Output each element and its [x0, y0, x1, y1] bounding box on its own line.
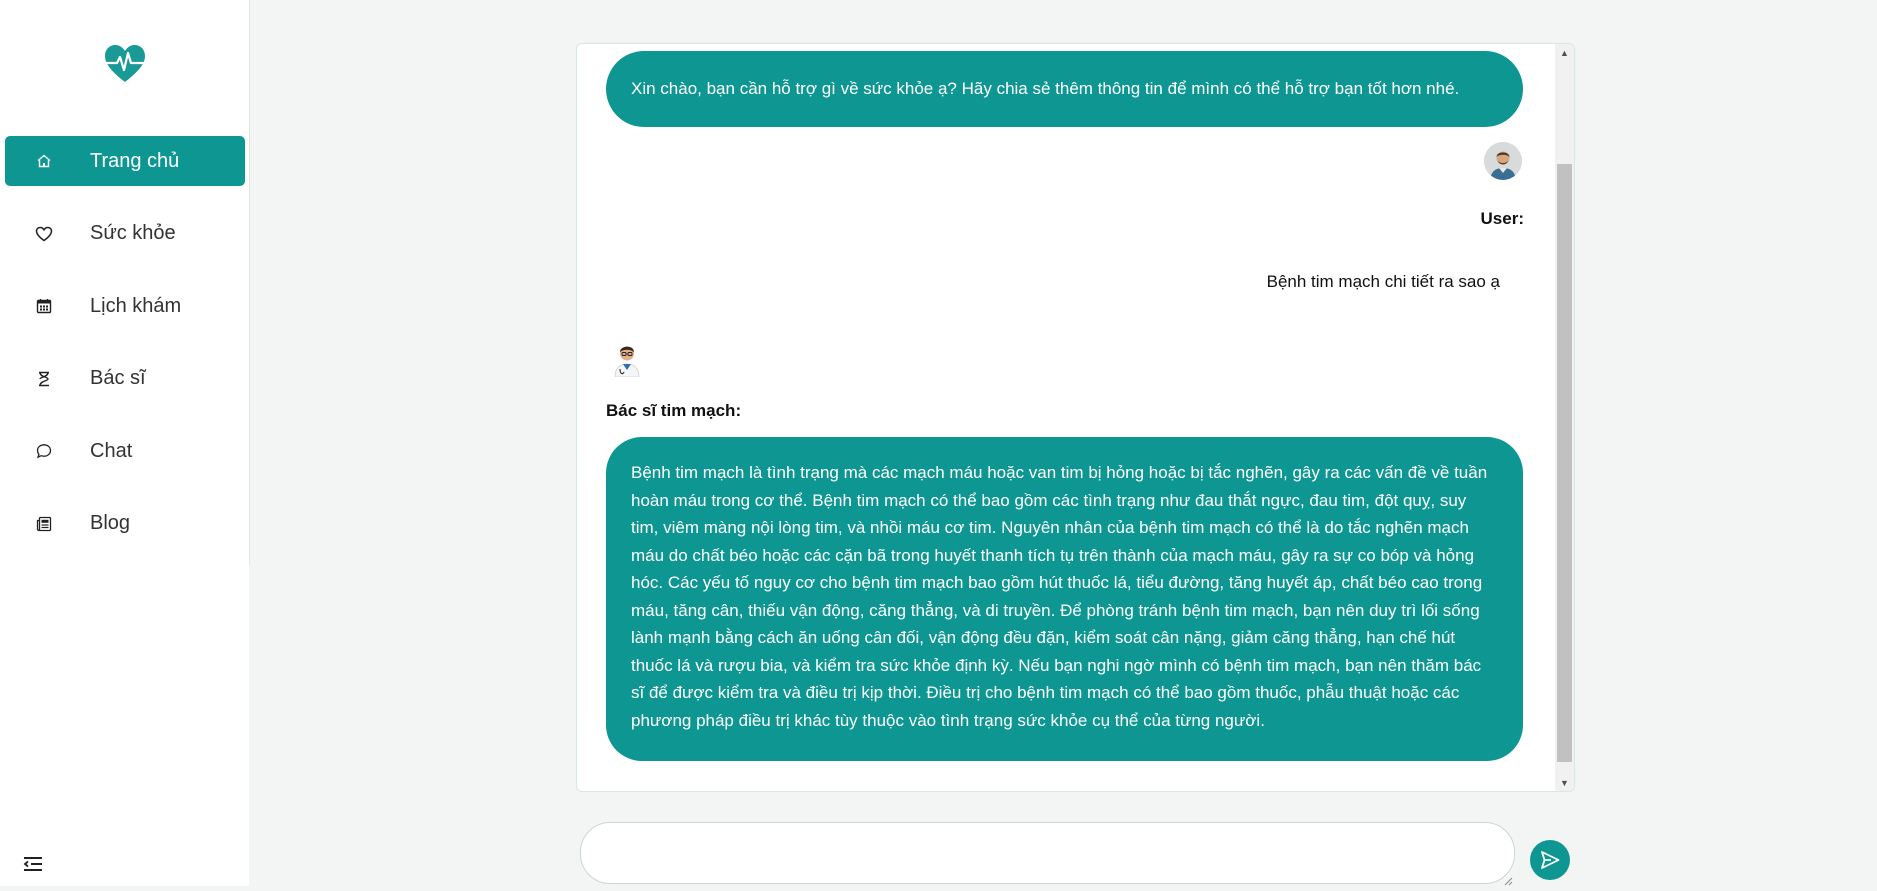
sidebar-item-doctors[interactable]: Bác sĩ: [5, 354, 245, 404]
user-message-text: Bệnh tim mạch chi tiết ra sao ạ: [1266, 272, 1500, 291]
sidebar-item-blog[interactable]: Blog: [5, 499, 245, 549]
doctor-avatar: [611, 339, 643, 378]
user-avatar: [1484, 142, 1522, 180]
resize-handle-icon[interactable]: [1503, 873, 1513, 886]
sidebar-item-appointments[interactable]: Lịch khám: [5, 281, 245, 331]
scrollbar-thumb[interactable]: [1557, 164, 1572, 762]
send-icon: [1541, 851, 1560, 869]
chat-scrollbar[interactable]: ▲ ▼: [1555, 44, 1574, 791]
message-input[interactable]: [580, 822, 1515, 884]
sidebar-item-label: Blog: [90, 512, 131, 534]
assistant-message-bubble: Xin chào, bạn cần hỗ trợ gì về sức khỏe …: [606, 51, 1523, 127]
scroll-down-arrow-icon[interactable]: ▼: [1555, 774, 1574, 791]
home-icon: [35, 152, 53, 170]
sidebar-item-chat[interactable]: Chat: [5, 426, 245, 476]
user-sender-label: User:: [1480, 209, 1524, 228]
collapse-menu-icon[interactable]: [22, 855, 44, 873]
heart-pulse-icon[interactable]: [104, 44, 146, 84]
doctor-icon: [35, 370, 53, 388]
sidebar-item-label: Lịch khám: [90, 294, 182, 317]
sidebar-item-label: Sức khỏe: [90, 222, 176, 244]
newspaper-icon: [35, 515, 53, 533]
sidebar: Trang chủ Sức khỏe Lịch khám Bác sĩ Chat: [0, 0, 249, 886]
sidebar-item-home[interactable]: Trang chủ: [5, 136, 245, 186]
scroll-up-arrow-icon[interactable]: ▲: [1555, 44, 1574, 61]
sidebar-nav: Trang chủ Sức khỏe Lịch khám Bác sĩ Chat: [5, 136, 245, 571]
sidebar-item-label: Bác sĩ: [90, 367, 146, 389]
sidebar-item-health[interactable]: Sức khỏe: [5, 209, 245, 259]
send-button[interactable]: [1530, 840, 1570, 880]
doctor-sender-label: Bác sĩ tim mạch:: [606, 401, 742, 420]
chat-window[interactable]: Xin chào, bạn cần hỗ trợ gì về sức khỏe …: [576, 43, 1575, 792]
heart-icon: [35, 225, 53, 243]
sidebar-item-label: Chat: [90, 439, 133, 462]
sidebar-divider: [249, 0, 250, 565]
calendar-icon: [35, 297, 53, 315]
sidebar-item-label: Trang chủ: [90, 149, 180, 172]
assistant-message-bubble: Bệnh tim mạch là tình trạng mà các mạch …: [606, 437, 1523, 761]
chat-bubble-icon: [35, 442, 53, 460]
